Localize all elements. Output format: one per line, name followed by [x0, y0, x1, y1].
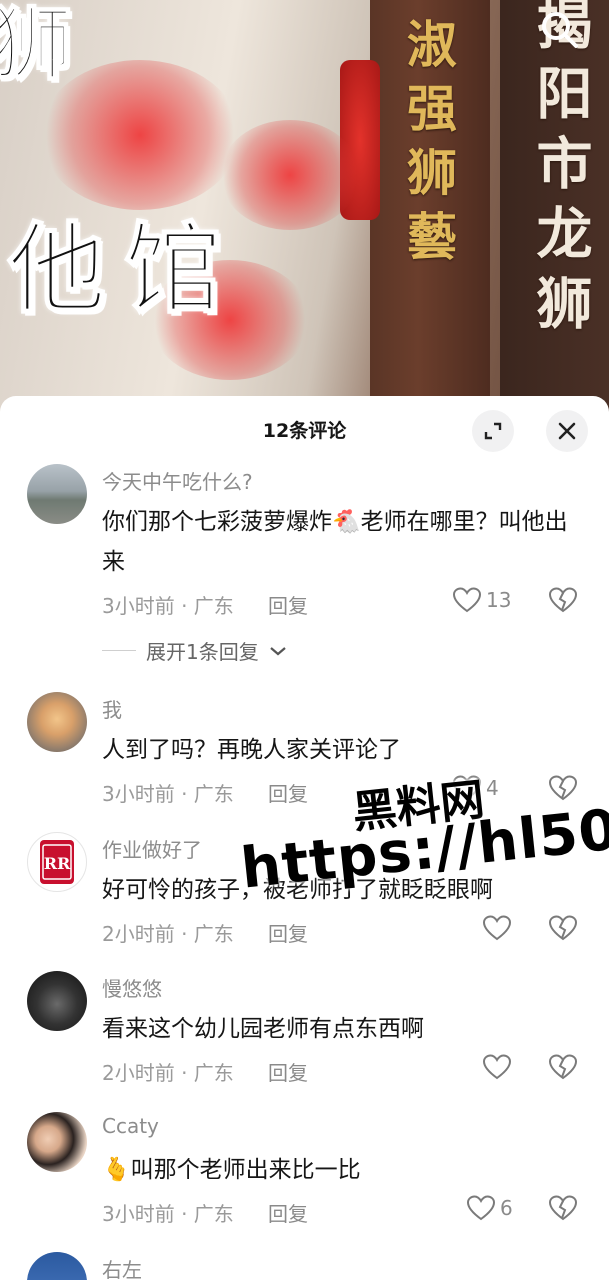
like-count: 4: [486, 776, 499, 800]
heart-icon: [482, 1054, 512, 1080]
expand-icon: [484, 422, 502, 440]
comment-username[interactable]: 我: [102, 694, 122, 723]
broken-heart-icon: [548, 1054, 578, 1080]
comment-text: 人到了吗？再晚人家关评论了: [102, 737, 401, 763]
comment-time-location: 2小时前 · 广东: [102, 1061, 234, 1085]
rolls-royce-logo-icon: RR: [40, 840, 74, 884]
reply-button[interactable]: 回复: [268, 1198, 308, 1227]
svg-text:RR: RR: [44, 854, 71, 873]
expand-replies-button[interactable]: 展开1条回复: [102, 636, 287, 665]
search-button[interactable]: [536, 6, 582, 52]
video-caption-main: 他馆: [7, 211, 241, 328]
like-button[interactable]: [482, 914, 512, 942]
comment-text: 🫰叫那个老师出来比一比: [102, 1157, 361, 1183]
comment-username[interactable]: 右左: [102, 1254, 142, 1280]
broken-heart-icon: [548, 775, 578, 801]
avatar[interactable]: [27, 692, 87, 752]
video-player[interactable]: 淑强狮藝 揭阳市龙狮 狮 他馆: [0, 0, 609, 420]
chevron-down-icon: [270, 646, 286, 655]
comment-time-location: 2小时前 · 广东: [102, 922, 234, 946]
red-splash-effect: [220, 120, 360, 230]
comment-count-title: 12条评论: [262, 420, 347, 442]
comment-text: 看来这个幼儿园老师有点东西啊: [102, 1016, 424, 1042]
like-button[interactable]: [482, 1053, 512, 1081]
comment-username[interactable]: 作业做好了: [102, 834, 202, 863]
comment-time-location: 3小时前 · 广东: [102, 1202, 234, 1226]
broken-heart-icon: [548, 587, 578, 613]
avatar[interactable]: RR: [27, 832, 87, 892]
heart-icon: [482, 915, 512, 941]
heart-icon: [452, 587, 482, 613]
comment-item: 右左: [0, 1252, 609, 1280]
avatar[interactable]: [27, 1252, 87, 1280]
dislike-button[interactable]: [548, 1053, 578, 1085]
expand-sheet-button[interactable]: [472, 410, 514, 452]
like-button[interactable]: 13: [452, 586, 511, 614]
avatar[interactable]: [27, 464, 87, 524]
like-count: 13: [486, 588, 512, 612]
divider-line: [102, 650, 136, 651]
comment-time-location: 3小时前 · 广东: [102, 782, 234, 806]
close-icon: [558, 422, 576, 440]
heart-icon: [466, 1195, 496, 1221]
reply-button[interactable]: 回复: [268, 918, 308, 947]
like-count: 6: [500, 1196, 513, 1220]
video-caption-top: 狮: [0, 0, 73, 92]
dislike-button[interactable]: [548, 586, 578, 618]
search-icon: [542, 12, 578, 48]
comment-text: 你们那个七彩菠萝爆炸🐔老师在哪里？叫他出来: [102, 509, 568, 575]
dislike-button[interactable]: [548, 1194, 578, 1226]
reply-button[interactable]: 回复: [268, 590, 308, 619]
comment-item: 今天中午吃什么? 你们那个七彩菠萝爆炸🐔老师在哪里？叫他出来 3小时前 · 广东…: [0, 464, 609, 694]
plaque-text-left: 淑强狮藝: [399, 18, 458, 274]
close-button[interactable]: [546, 410, 588, 452]
comment-item: 慢悠悠 看来这个幼儿园老师有点东西啊 2小时前 · 广东 回复: [0, 971, 609, 1101]
broken-heart-icon: [548, 915, 578, 941]
like-button[interactable]: 6: [466, 1194, 513, 1222]
reply-button[interactable]: 回复: [268, 1057, 308, 1086]
comment-item: Ccaty 🫰叫那个老师出来比一比 3小时前 · 广东 回复 6: [0, 1112, 609, 1242]
expand-replies-label: 展开1条回复: [146, 640, 259, 664]
comment-username[interactable]: 今天中午吃什么?: [102, 466, 253, 495]
reply-button[interactable]: 回复: [268, 778, 308, 807]
comment-time-location: 3小时前 · 广东: [102, 594, 234, 618]
comment-username[interactable]: 慢悠悠: [102, 973, 162, 1002]
comment-username[interactable]: Ccaty: [102, 1114, 159, 1138]
comment-item: 我 人到了吗？再晚人家关评论了 3小时前 · 广东 回复 4: [0, 692, 609, 822]
dislike-button[interactable]: [548, 914, 578, 946]
avatar[interactable]: [27, 1112, 87, 1172]
avatar[interactable]: [27, 971, 87, 1031]
broken-heart-icon: [548, 1195, 578, 1221]
